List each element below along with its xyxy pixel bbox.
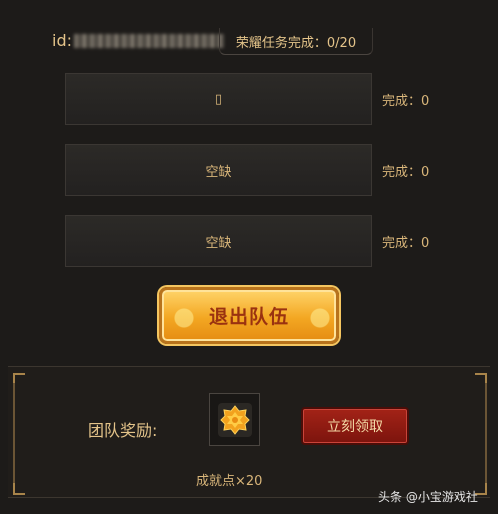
- player-id-prefix: id:: [52, 31, 72, 50]
- player-id-redacted: [74, 33, 224, 48]
- panel-edge-line: [485, 383, 487, 483]
- player-id: id:: [52, 31, 224, 50]
- watermark: 头条 @小宝游戏社: [378, 490, 478, 504]
- team-slot-2[interactable]: 空缺: [65, 144, 372, 196]
- team-reward-label: 团队奖励:: [88, 421, 158, 440]
- team-slot-3-status: 完成：0: [382, 236, 430, 251]
- panel-edge-line: [13, 383, 15, 483]
- team-slot-1-status: 完成：0: [382, 94, 430, 109]
- reward-item-slot[interactable]: [209, 393, 260, 446]
- panel-corner-ornament: [13, 483, 25, 495]
- honor-task-progress: 荣耀任务完成：0/20: [219, 28, 373, 55]
- achievement-point-icon: [217, 402, 252, 437]
- reward-item-count: 成就点×20: [196, 474, 263, 489]
- team-slot-1[interactable]: ▯: [65, 73, 372, 125]
- team-slot-2-status: 完成：0: [382, 165, 430, 180]
- team-slot-3[interactable]: 空缺: [65, 215, 372, 267]
- quit-team-button[interactable]: 退出队伍: [159, 287, 339, 344]
- claim-reward-button[interactable]: 立刻领取: [301, 407, 409, 445]
